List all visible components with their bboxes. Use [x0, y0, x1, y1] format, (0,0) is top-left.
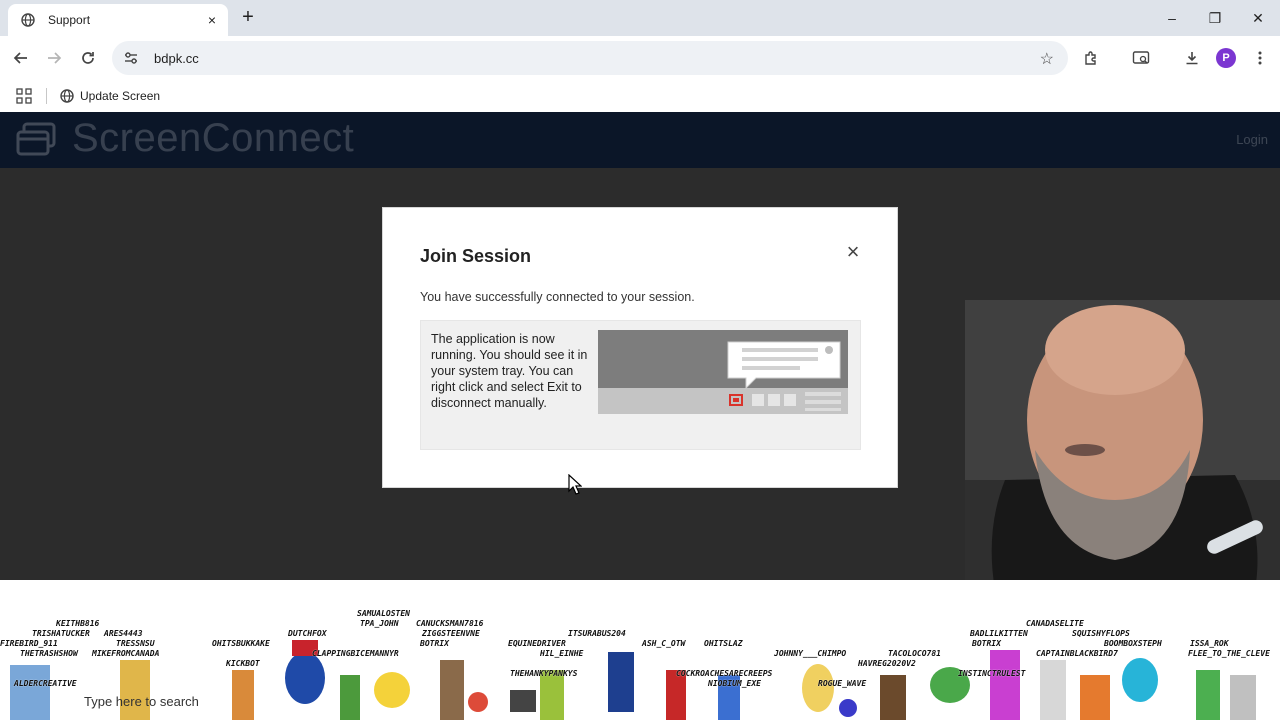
bookmarks-divider [46, 88, 47, 104]
viewer-name: HIL_EINHE [540, 649, 584, 658]
bookmark-update-screen[interactable]: Update Screen [60, 85, 160, 107]
back-button[interactable] [10, 47, 32, 69]
tab-strip: Support × + – ❐ ✕ [0, 0, 1280, 36]
streamer-webcam-image [965, 300, 1280, 590]
bookmarks-bar: Update Screen [0, 80, 1280, 112]
tab-support[interactable]: Support × [8, 4, 228, 36]
tab-title: Support [48, 13, 91, 27]
viewer-name: OHITSLAZ [704, 639, 743, 648]
viewer-name: ARES4443 [104, 629, 143, 638]
viewer-name: CLAPPINGBICEMANNYR [312, 649, 399, 658]
viewer-name: TPA_JOHN [360, 619, 399, 628]
viewer-name: INSTINCTRULEST [958, 669, 1026, 678]
viewer-name: KICKBOT [226, 659, 260, 668]
viewer-name: ALDERCREATIVE [14, 679, 77, 688]
more-menu-icon[interactable] [1249, 47, 1271, 69]
url-text: bdpk.cc [154, 50, 199, 66]
webcam-overlay [965, 300, 1280, 590]
apps-grid-icon[interactable] [16, 88, 32, 104]
mouse-cursor-icon [568, 474, 582, 495]
globe-icon [20, 12, 36, 28]
stream-viewer-overlay: KEITHB816 TRISHATUCKER ARES4443 FIREBIRD… [0, 580, 1280, 720]
viewer-name: TRESSNSU [116, 639, 155, 648]
bookmark-star-icon[interactable]: ☆ [1040, 49, 1054, 69]
instructions-panel: The application is now running. You shou… [420, 320, 861, 450]
viewer-name: HAVREG2020V2 [858, 659, 916, 668]
logo-text: ScreenConnect [72, 116, 355, 160]
viewer-name: BOTRIX [972, 639, 1001, 648]
viewer-name: FLEE_TO_THE_CLEVE [1188, 649, 1270, 658]
viewer-name: BADLILKITTEN [970, 629, 1028, 638]
viewer-name: DUTCHFOX [288, 629, 327, 638]
join-session-dialog: Join Session × You have successfully con… [382, 207, 898, 488]
page-header: ScreenConnect Login [0, 112, 1280, 168]
globe-icon [60, 89, 74, 103]
viewer-name: KEITHB816 [56, 619, 100, 628]
taskbar-search-box[interactable]: Type here to search [84, 694, 199, 709]
viewer-name: ZIGGSTEENVNE [422, 629, 480, 638]
bookmark-label: Update Screen [80, 89, 161, 103]
viewer-name: FIREBIRD_911 [0, 639, 58, 648]
system-tray-illustration [598, 330, 848, 414]
extensions-icon[interactable] [1080, 47, 1102, 69]
viewer-name: ROGUE_WAVE [818, 679, 867, 688]
close-window-button[interactable]: ✕ [1248, 8, 1268, 28]
tab-close-icon[interactable]: × [204, 12, 220, 28]
profile-avatar[interactable]: P [1216, 48, 1236, 68]
screenconnect-logo-icon [16, 122, 56, 156]
restore-button[interactable]: ❐ [1205, 8, 1225, 28]
reload-button[interactable] [77, 47, 99, 69]
dialog-message: You have successfully connected to your … [420, 290, 695, 304]
address-bar[interactable]: bdpk.cc ☆ [112, 41, 1068, 75]
browser-toolbar: bdpk.cc ☆ [0, 36, 1280, 80]
minimize-button[interactable]: – [1162, 8, 1182, 28]
login-link[interactable]: Login [1236, 132, 1268, 147]
viewer-name: THETRASHSHOW [20, 649, 78, 658]
viewer-name: CAPTAINBLACKBIRD7 [1036, 649, 1118, 658]
reload-icon [82, 52, 94, 64]
viewer-name: BOOMBOXSTEPH [1104, 639, 1162, 648]
viewer-name: ASH_C_OTW [642, 639, 686, 648]
viewer-name: ISSA_ROK [1190, 639, 1229, 648]
arrow-right-icon [48, 52, 62, 64]
dialog-title: Join Session [420, 246, 532, 266]
instructions-text: The application is now running. You shou… [431, 332, 588, 410]
viewer-name: THEHANKYPANKYS [510, 669, 578, 678]
viewer-name: OHITSBUKKAKE [212, 639, 270, 648]
viewer-name: SAMUALOSTEN [357, 609, 410, 618]
viewer-name: CANUCKSMAN7816 [416, 619, 484, 628]
viewer-name: COCKROACHESARECREEPS [676, 669, 773, 678]
viewer-name: JOHNNY___CHIMPO [774, 649, 847, 658]
site-info-icon[interactable] [122, 49, 140, 67]
viewer-name: CANADASELITE [1026, 619, 1084, 628]
forward-button[interactable] [43, 47, 65, 69]
arrow-left-icon [13, 52, 27, 64]
viewer-name: BOTRIX [420, 639, 449, 648]
viewer-name: MIKEFROMCANADA [92, 649, 160, 658]
viewer-name: NIOBIUM_EXE [708, 679, 761, 688]
close-icon[interactable]: × [843, 241, 863, 263]
downloads-icon[interactable] [1181, 47, 1203, 69]
viewer-name: TACOLOCO781 [888, 649, 941, 658]
viewer-name: SQUISHYFLOPS [1072, 629, 1130, 638]
cast-icon[interactable] [1130, 47, 1152, 69]
viewer-name: ITSURABUS204 [568, 629, 626, 638]
viewer-name: EQUINEDRIVER [508, 639, 566, 648]
viewer-name: TRISHATUCKER [32, 629, 90, 638]
new-tab-button[interactable]: + [238, 7, 258, 27]
